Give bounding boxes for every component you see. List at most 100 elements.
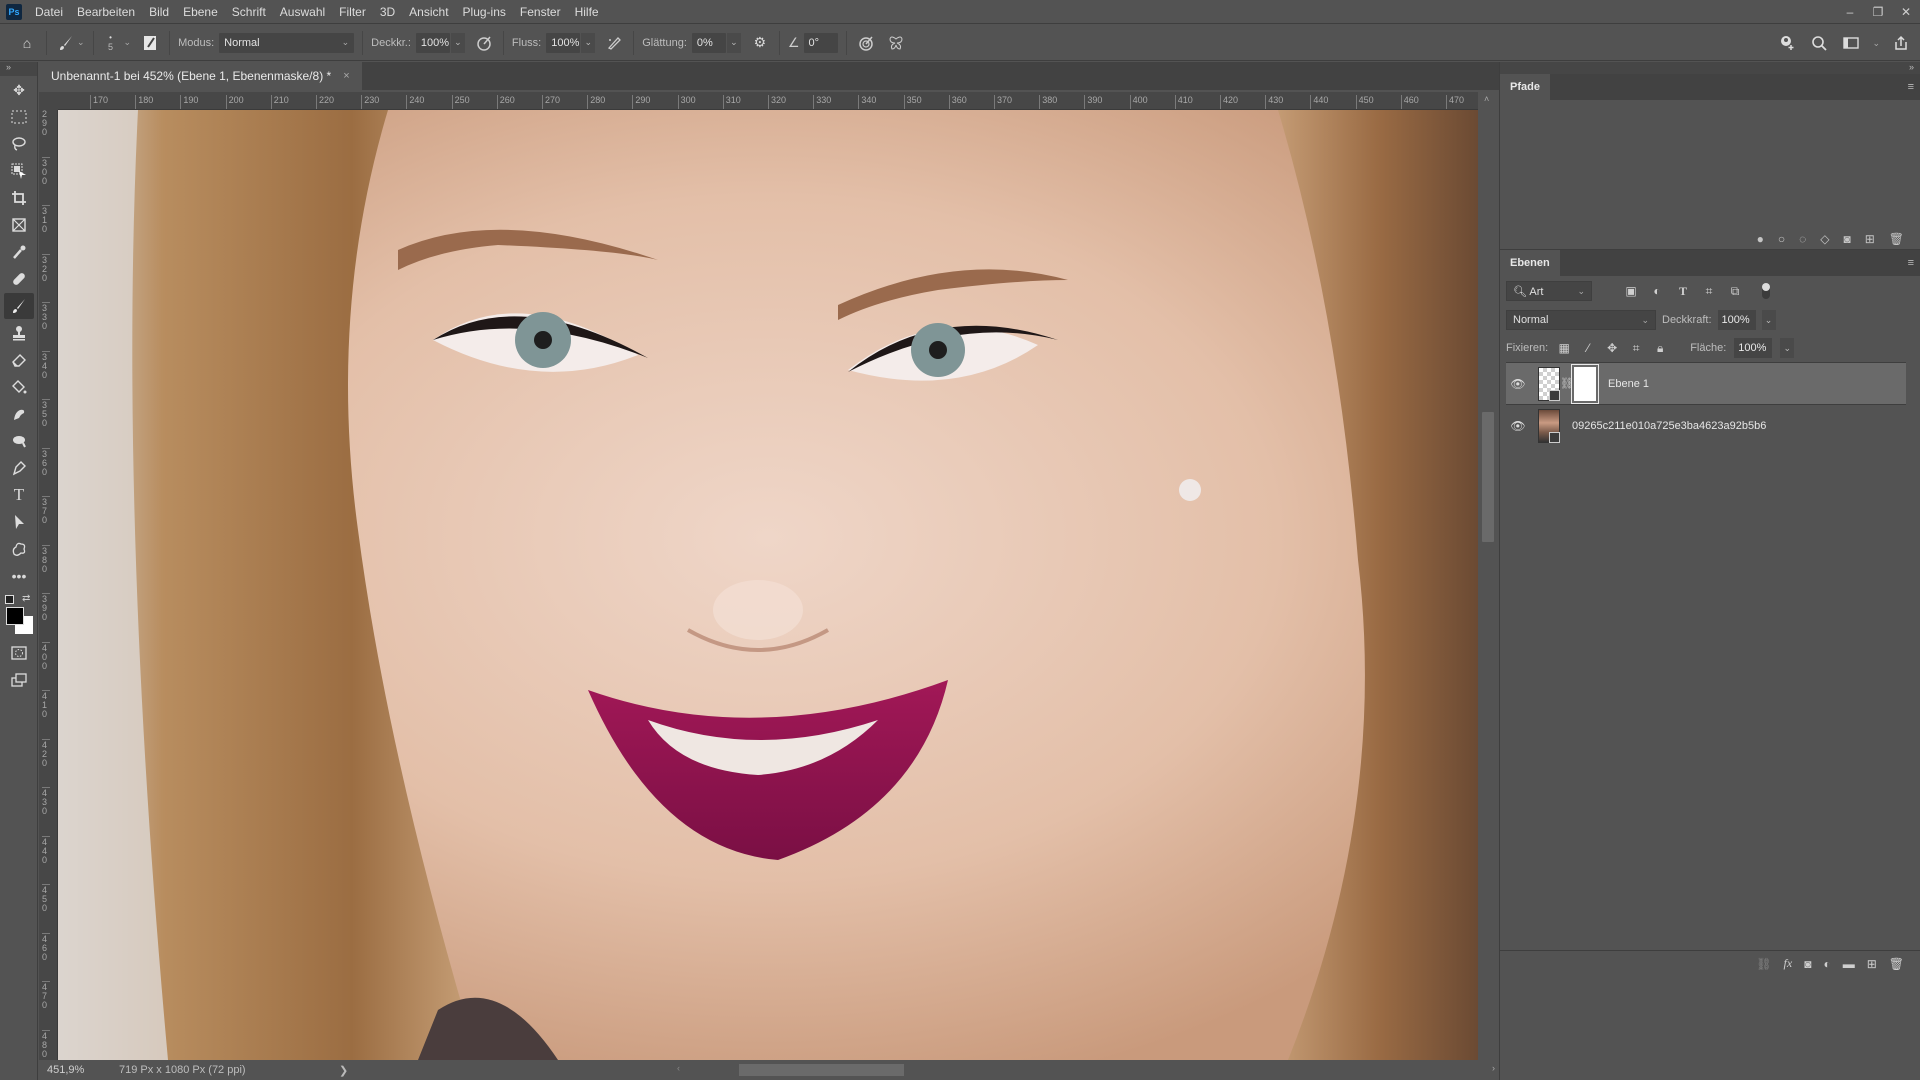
fill-dropdown[interactable]: ⌄	[1780, 338, 1795, 358]
brush-preset-icon[interactable]	[55, 32, 77, 54]
chevron-down-icon[interactable]: ⌄	[1872, 38, 1880, 49]
eyedropper-tool-icon[interactable]	[4, 239, 34, 265]
filter-type-layers-icon[interactable]: T	[1674, 284, 1692, 299]
panel-menu-icon[interactable]: ≡	[1908, 257, 1914, 269]
horizontal-scrollbar[interactable]: ‹ ›	[677, 1063, 1499, 1077]
angle-input[interactable]: 0°	[803, 32, 838, 53]
menu-filter[interactable]: Filter	[332, 0, 373, 24]
document-canvas[interactable]	[58, 110, 1478, 1060]
eraser-tool-icon[interactable]	[4, 347, 34, 373]
smoothing-settings-gear-icon[interactable]: ⚙	[749, 32, 771, 54]
fill-input[interactable]: 100%	[1734, 338, 1773, 358]
lock-transparent-pixels-icon[interactable]: ▦	[1556, 341, 1572, 355]
flow-input[interactable]: 100%	[546, 32, 581, 53]
collapse-toolbar-button[interactable]: »	[0, 62, 37, 76]
frame-tool-icon[interactable]	[4, 212, 34, 238]
path-selection-tool-icon[interactable]	[4, 509, 34, 535]
vertical-scrollbar[interactable]: ˄	[1480, 92, 1498, 1060]
layer-style-fx-icon[interactable]: fx	[1784, 956, 1793, 971]
crop-tool-icon[interactable]	[4, 185, 34, 211]
layer-mask-thumbnail[interactable]	[1571, 363, 1599, 404]
status-menu-arrow-icon[interactable]: ❯	[339, 1064, 348, 1077]
filter-shape-layers-icon[interactable]: ⌗	[1700, 284, 1718, 299]
make-work-path-icon[interactable]: ◇	[1820, 232, 1829, 246]
rect-marquee-tool-icon[interactable]	[4, 104, 34, 130]
lock-all-icon[interactable]: 🔒︎	[1652, 341, 1668, 356]
filter-smart-objects-icon[interactable]: ⧉	[1726, 284, 1744, 299]
more-tools-icon[interactable]: •••	[4, 563, 34, 589]
delete-path-icon[interactable]: 🗑	[1889, 232, 1904, 246]
pressure-size-icon[interactable]	[855, 32, 877, 54]
foreground-color-swatch[interactable]	[6, 607, 24, 625]
menu-datei[interactable]: Datei	[28, 0, 70, 24]
horizontal-ruler[interactable]: 170 180 190 200 210 220 230 240 250 260 270 280 290 3…	[58, 92, 1478, 110]
tab-paths[interactable]: Pfade	[1500, 74, 1550, 100]
layer-row[interactable]: 👁︎ ⛓ Ebene 1	[1506, 362, 1906, 404]
collapse-panels-button[interactable]: »	[1500, 62, 1920, 74]
close-window-button[interactable]: ✕	[1892, 0, 1920, 24]
load-path-as-selection-icon[interactable]: ◌	[1799, 232, 1806, 246]
scroll-right-icon[interactable]: ›	[1492, 1063, 1495, 1073]
pen-tool-icon[interactable]	[4, 455, 34, 481]
blend-mode-select[interactable]: Normal ⌄	[1506, 310, 1656, 330]
brush-settings-panel-icon[interactable]	[139, 32, 161, 54]
scroll-up-icon[interactable]: ˄	[1484, 94, 1489, 104]
menu-3d[interactable]: 3D	[373, 0, 402, 24]
lock-artboard-icon[interactable]: ⌗	[1628, 341, 1644, 356]
menu-auswahl[interactable]: Auswahl	[273, 0, 332, 24]
zoom-level[interactable]: 451,9%	[39, 1064, 89, 1076]
flow-dropdown[interactable]: ⌄	[581, 32, 596, 53]
link-layers-icon[interactable]: ⛓	[1756, 957, 1771, 971]
object-select-tool-icon[interactable]	[4, 158, 34, 184]
menu-ebene[interactable]: Ebene	[176, 0, 225, 24]
menu-fenster[interactable]: Fenster	[513, 0, 568, 24]
paint-bucket-tool-icon[interactable]	[4, 374, 34, 400]
search-icon[interactable]	[1808, 32, 1830, 54]
clone-stamp-tool-icon[interactable]	[4, 320, 34, 346]
home-icon[interactable]: ⌂	[16, 32, 38, 54]
layer-opacity-input[interactable]: 100%	[1717, 310, 1756, 330]
type-tool-icon[interactable]: T	[4, 482, 34, 508]
fill-path-icon[interactable]: ●	[1757, 232, 1764, 246]
menu-ansicht[interactable]: Ansicht	[402, 0, 455, 24]
chevron-down-icon[interactable]: ⌄	[124, 37, 132, 48]
stroke-path-icon[interactable]: ○	[1778, 232, 1785, 246]
document-tab[interactable]: Unbenannt-1 bei 452% (Ebene 1, Ebenenmas…	[39, 62, 362, 90]
visibility-eye-icon[interactable]: 👁︎	[1506, 377, 1530, 391]
smoothing-dropdown[interactable]: ⌄	[726, 32, 741, 53]
airbrush-icon[interactable]	[603, 32, 625, 54]
mode-select[interactable]: Normal ⌄	[219, 32, 355, 53]
quick-mask-icon[interactable]	[4, 640, 34, 666]
add-mask-icon[interactable]: ◙	[1843, 232, 1850, 246]
minimize-button[interactable]: –	[1836, 0, 1864, 24]
brush-size-picker[interactable]: • 5	[102, 33, 120, 52]
lock-image-pixels-icon[interactable]: ⁄	[1580, 341, 1596, 355]
vertical-ruler[interactable]: 290 300 310 320 330 340 350 360 370 380 390 400 410 4…	[39, 110, 58, 1060]
layer-filter-kind-select[interactable]: 🔍︎ Art ⌄	[1506, 281, 1592, 301]
new-path-icon[interactable]: ⊞	[1865, 232, 1875, 246]
move-tool-icon[interactable]: ✥	[4, 77, 34, 103]
filter-adjustment-layers-icon[interactable]: ◐	[1648, 284, 1666, 298]
new-group-folder-icon[interactable]: ▬	[1843, 957, 1855, 971]
menu-schrift[interactable]: Schrift	[225, 0, 273, 24]
pressure-opacity-icon[interactable]	[473, 32, 495, 54]
share-user-icon[interactable]	[1776, 32, 1798, 54]
lock-position-icon[interactable]: ✥	[1604, 341, 1620, 355]
lasso-tool-icon[interactable]	[4, 131, 34, 157]
scroll-left-icon[interactable]: ‹	[677, 1063, 680, 1073]
menu-hilfe[interactable]: Hilfe	[568, 0, 606, 24]
visibility-eye-icon[interactable]: 👁︎	[1506, 419, 1530, 433]
menu-plugins[interactable]: Plug-ins	[456, 0, 513, 24]
layer-row[interactable]: 👁︎ 09265c211e010a725e3ba4623a92b5b6	[1506, 404, 1906, 446]
menu-bild[interactable]: Bild	[142, 0, 176, 24]
default-colors-icon[interactable]	[5, 595, 14, 604]
workspace-icon[interactable]	[1840, 32, 1862, 54]
new-layer-icon[interactable]: ⊞	[1867, 957, 1877, 971]
symmetry-butterfly-icon[interactable]	[885, 32, 907, 54]
smoothing-input[interactable]: 0%	[691, 32, 726, 53]
custom-shape-tool-icon[interactable]	[4, 536, 34, 562]
chevron-down-icon[interactable]: ⌄	[77, 37, 85, 48]
opacity-dropdown[interactable]: ⌄	[450, 32, 465, 53]
mask-link-icon[interactable]: ⛓	[1560, 377, 1574, 390]
smudge-tool-icon[interactable]	[4, 401, 34, 427]
